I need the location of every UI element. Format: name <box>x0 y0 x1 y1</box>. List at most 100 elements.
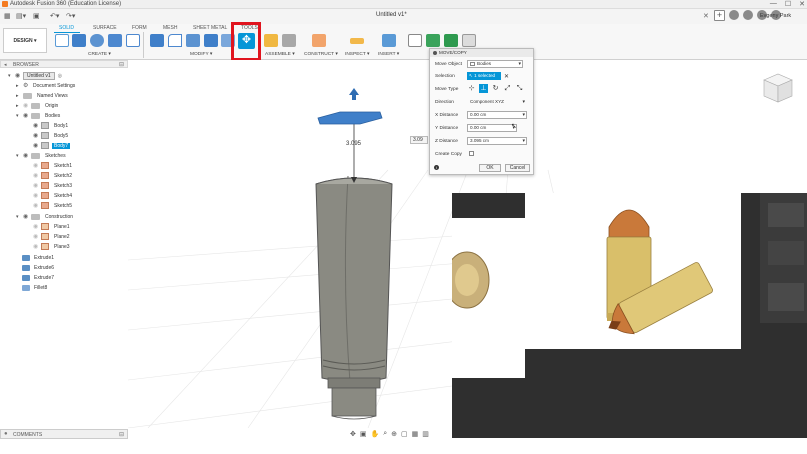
new-sketch-icon[interactable] <box>55 34 69 47</box>
extensions-icon[interactable] <box>729 10 739 20</box>
tree-item-plane1[interactable]: ◉ Plane1 <box>33 222 72 231</box>
visibility-eye-icon[interactable]: ◉ <box>23 103 31 109</box>
point-to-position-icon[interactable]: ⤡ <box>515 84 524 93</box>
select-icon[interactable] <box>408 34 422 47</box>
workspace-switcher[interactable]: DESIGN ▾ <box>3 28 47 53</box>
viewports-icon[interactable]: ▥ <box>422 430 429 438</box>
press-pull-icon[interactable] <box>150 34 164 47</box>
shell-icon[interactable] <box>204 34 218 47</box>
visibility-eye-icon[interactable]: ◉ <box>23 214 31 220</box>
modify-group-label[interactable]: MODIFY ▾ <box>190 52 212 57</box>
collapse-arrow-icon[interactable]: ▾ <box>16 214 23 220</box>
visibility-eye-icon[interactable]: ◉ <box>33 234 41 240</box>
visibility-eye-icon[interactable]: ◉ <box>33 133 41 139</box>
grid-menu-icon[interactable]: ▤▾ <box>16 12 26 20</box>
tree-item-sketch4[interactable]: ◉ Sketch4 <box>33 191 74 200</box>
save-icon[interactable]: ▣ <box>33 12 40 20</box>
extrude-icon[interactable] <box>72 34 86 47</box>
orbit-icon[interactable]: ✥ <box>350 430 356 438</box>
comments-toggle-icon[interactable]: ⊟ <box>119 431 124 438</box>
tree-item-document-settings[interactable]: ▸ ⚙ Document Settings <box>16 81 77 90</box>
display-settings-icon[interactable]: ▢ <box>401 430 408 438</box>
point-to-point-icon[interactable]: ⤢ <box>503 84 512 93</box>
collapse-browser-icon[interactable]: ◂ <box>4 62 7 68</box>
tab-sheet-metal[interactable]: SHEET METAL <box>193 25 227 31</box>
tree-item-construction[interactable]: ▾ ◉ Construction <box>16 212 75 221</box>
redo-icon[interactable]: ↷▾ <box>66 12 75 20</box>
visibility-eye-icon[interactable]: ◉ <box>33 143 41 149</box>
hole-icon[interactable] <box>108 34 122 47</box>
pan-icon[interactable]: ✋ <box>371 430 380 438</box>
maximize-button[interactable]: ☐ <box>785 0 791 8</box>
revolve-icon[interactable] <box>90 34 104 47</box>
tree-item-named-views[interactable]: ▸ Named Views <box>16 91 70 100</box>
close-button[interactable]: ✕ <box>799 0 805 8</box>
dimension-input-box[interactable]: 3.09 <box>410 136 428 144</box>
visibility-eye-icon[interactable]: ◉ <box>33 193 41 199</box>
undo-icon[interactable]: ↶▾ <box>50 12 59 20</box>
x-distance-input[interactable]: 0.00 cm <box>467 111 527 119</box>
tree-item-sketches[interactable]: ▾ ◉ Sketches <box>16 151 68 160</box>
new-component-icon[interactable] <box>264 34 278 47</box>
offset-plane-icon[interactable] <box>312 34 326 47</box>
visibility-eye-icon[interactable]: ◉ <box>33 203 41 209</box>
create-copy-checkbox[interactable] <box>469 151 474 156</box>
selection-button[interactable]: ↖ 1 selected <box>467 72 501 80</box>
job-status-icon[interactable] <box>743 10 753 20</box>
visibility-eye-icon[interactable]: ◉ <box>33 163 41 169</box>
tab-surface[interactable]: SURFACE <box>93 25 117 31</box>
visibility-eye-icon[interactable]: ◉ <box>33 224 41 230</box>
moved-body-preview[interactable] <box>317 111 383 125</box>
collapse-arrow-icon[interactable]: ▾ <box>8 73 15 79</box>
joint-icon[interactable] <box>282 34 296 47</box>
activate-radio-icon[interactable]: ◎ <box>58 73 62 79</box>
look-at-icon[interactable]: ▣ <box>360 430 367 438</box>
ok-button[interactable]: OK <box>479 164 501 172</box>
translate-icon[interactable]: ⊥ <box>479 84 488 93</box>
tree-item-bodies[interactable]: ▾ ◉ Bodies <box>16 111 62 120</box>
visibility-eye-icon[interactable]: ◉ <box>33 244 41 250</box>
tree-item-plane2[interactable]: ◉ Plane2 <box>33 232 72 241</box>
expand-arrow-icon[interactable]: ▸ <box>16 103 23 109</box>
tab-solid[interactable]: SOLID <box>59 25 74 31</box>
construct-group-label[interactable]: CONSTRUCT ▾ <box>304 52 338 57</box>
timeline-item[interactable]: Fillet8 <box>22 283 47 292</box>
view-cube[interactable] <box>763 73 793 103</box>
cancel-button[interactable]: Cancel <box>505 164 530 172</box>
tree-item-sketch1[interactable]: ◉ Sketch1 <box>33 161 74 170</box>
visibility-eye-icon[interactable]: ◉ <box>23 113 31 119</box>
tree-item-plane3[interactable]: ◉ Plane3 <box>33 242 72 251</box>
tree-item-origin[interactable]: ▸ ◉ Origin <box>16 101 60 110</box>
fit-icon[interactable]: ⊕ <box>391 430 397 438</box>
z-axis-drag-handle[interactable] <box>349 88 359 100</box>
tree-root[interactable]: ▾ ◉ Untitled v1 ◎ <box>8 71 62 80</box>
move-object-dropdown[interactable]: Bodies <box>467 60 523 68</box>
visibility-eye-icon[interactable]: ◉ <box>23 153 31 159</box>
data-panel-icon[interactable]: ▦ <box>4 12 11 20</box>
create-group-label[interactable]: CREATE ▾ <box>88 52 111 57</box>
close-tab-icon[interactable]: ✕ <box>703 12 709 20</box>
pattern-icon[interactable] <box>126 34 140 47</box>
tree-item-body7[interactable]: ◉ Body7 <box>33 141 71 150</box>
measure-icon[interactable] <box>350 38 364 44</box>
comments-panel[interactable]: ● COMMENTS ⊟ <box>0 429 128 439</box>
y-distance-input[interactable]: 0.00 cm <box>467 124 517 132</box>
tree-item-sketch5[interactable]: ◉ Sketch5 <box>33 201 74 210</box>
clear-selection-icon[interactable]: ✕ <box>504 73 509 80</box>
chamfer-icon[interactable] <box>186 34 200 47</box>
physical-material-icon[interactable] <box>444 34 458 47</box>
document-tab[interactable]: Untitled v1* <box>376 12 407 18</box>
tab-form[interactable]: FORM <box>132 25 147 31</box>
collapse-arrow-icon[interactable]: ▾ <box>16 113 23 119</box>
visibility-eye-icon[interactable]: ◉ <box>33 183 41 189</box>
minimize-button[interactable]: — <box>770 0 777 8</box>
tree-item-body1[interactable]: ◉ Body1 <box>33 121 70 130</box>
fillet-icon[interactable] <box>168 34 182 47</box>
expand-arrow-icon[interactable]: ▸ <box>16 93 23 99</box>
expand-arrow-icon[interactable]: ▸ <box>16 83 23 89</box>
browser-toggle-icon[interactable]: ⊟ <box>119 61 124 68</box>
timeline-item[interactable]: Extrude6 <box>22 263 54 272</box>
tree-item-body5[interactable]: ◉ Body5 <box>33 131 70 140</box>
visibility-eye-icon[interactable]: ◉ <box>15 73 23 79</box>
visibility-eye-icon[interactable]: ◉ <box>33 173 41 179</box>
